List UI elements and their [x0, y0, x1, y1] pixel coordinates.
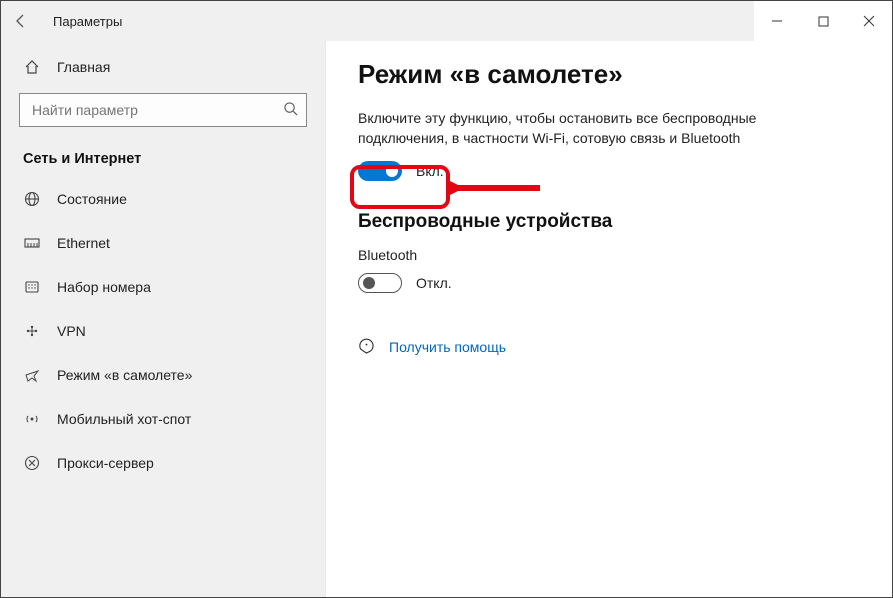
search-field[interactable]	[30, 101, 283, 119]
sidebar-item-proxy[interactable]: Прокси-сервер	[1, 441, 325, 485]
airplane-toggle-label: Вкл.	[416, 163, 444, 179]
minimize-button[interactable]	[754, 1, 800, 41]
category-header: Сеть и Интернет	[1, 135, 325, 177]
titlebar: Параметры	[1, 1, 892, 41]
help-icon	[358, 337, 375, 357]
bluetooth-toggle[interactable]	[358, 273, 402, 293]
sidebar-item-label: Состояние	[57, 191, 127, 207]
airplane-toggle[interactable]	[358, 161, 402, 181]
sidebar: Главная Сеть и Интернет Состояние Et	[1, 41, 326, 597]
bluetooth-toggle-label: Откл.	[416, 275, 452, 291]
sidebar-item-label: Режим «в самолете»	[57, 367, 192, 383]
page-title: Режим «в самолете»	[358, 59, 860, 90]
sidebar-item-ethernet[interactable]: Ethernet	[1, 221, 325, 265]
sidebar-item-label: Мобильный хот-спот	[57, 411, 191, 427]
globe-icon	[23, 191, 41, 207]
sidebar-item-label: Прокси-сервер	[57, 455, 154, 471]
sidebar-item-hotspot[interactable]: Мобильный хот-спот	[1, 397, 325, 441]
vpn-icon	[23, 323, 41, 339]
ethernet-icon	[23, 235, 41, 251]
sidebar-item-status[interactable]: Состояние	[1, 177, 325, 221]
maximize-button[interactable]	[800, 1, 846, 41]
home-label: Главная	[57, 59, 110, 75]
sidebar-item-label: Набор номера	[57, 279, 151, 295]
sidebar-item-label: VPN	[57, 323, 86, 339]
bluetooth-toggle-row: Откл.	[358, 273, 860, 293]
page-description: Включите эту функцию, чтобы остановить в…	[358, 108, 788, 149]
window-title: Параметры	[53, 14, 122, 29]
close-button[interactable]	[846, 1, 892, 41]
airplane-icon	[23, 367, 41, 383]
main-pane: Режим «в самолете» Включите эту функцию,…	[326, 41, 892, 597]
search-icon	[283, 101, 298, 119]
airplane-toggle-row: Вкл.	[358, 161, 860, 181]
dialup-icon	[23, 279, 41, 295]
search-input[interactable]	[19, 93, 307, 127]
sidebar-item-airplane[interactable]: Режим «в самолете»	[1, 353, 325, 397]
wireless-header: Беспроводные устройства	[358, 211, 860, 233]
sidebar-item-dialup[interactable]: Набор номера	[1, 265, 325, 309]
help-link[interactable]: Получить помощь	[389, 339, 506, 355]
bluetooth-label: Bluetooth	[358, 247, 860, 263]
sidebar-item-label: Ethernet	[57, 235, 110, 251]
sidebar-item-vpn[interactable]: VPN	[1, 309, 325, 353]
hotspot-icon	[23, 411, 41, 427]
back-button[interactable]	[1, 1, 41, 41]
proxy-icon	[23, 455, 41, 471]
home-icon	[23, 59, 41, 75]
help-row: Получить помощь	[358, 337, 860, 357]
home-item[interactable]: Главная	[1, 45, 325, 89]
